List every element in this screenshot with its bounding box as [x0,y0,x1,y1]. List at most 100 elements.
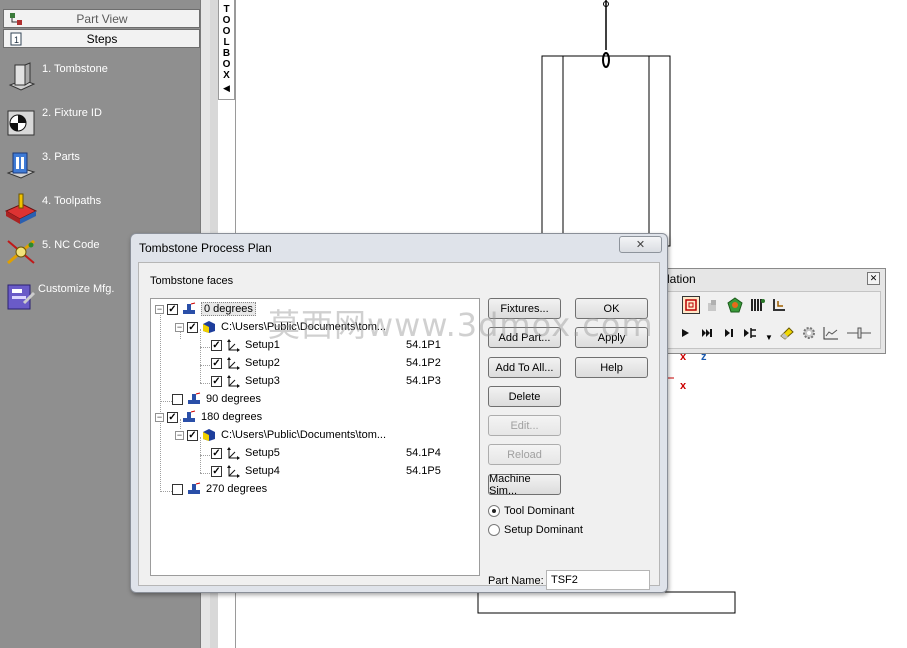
sim-erase-icon[interactable] [778,324,796,342]
setup-offset-value: 54.1P4 [406,447,441,459]
steps-icon: 1 [10,32,22,45]
face-icon [183,302,196,314]
tree-connector [200,347,210,348]
toolbox-letter: T [223,4,230,15]
tool-dominant-radio[interactable]: Tool Dominant [488,505,574,517]
setup-checkbox[interactable]: ✓ [211,447,222,459]
close-button[interactable]: ✕ [619,236,662,253]
face-checkbox[interactable]: ✓ [167,303,178,315]
chevron-down-icon[interactable]: ▼ [760,328,778,346]
tree-item-setup[interactable]: ✓ Setup3 54.1P3 [211,372,481,390]
sim-toolbar-body: ▼ [667,291,881,349]
setup-axes-icon [227,465,240,478]
help-button[interactable]: Help [575,357,648,378]
part-view-label: Part View [76,11,128,26]
setup-offset-value: 54.1P5 [406,465,441,477]
tree-item-face[interactable]: 90 degrees [172,390,261,408]
part-file-icon [203,321,215,333]
sim-step-icon[interactable] [720,324,738,342]
face-checkbox[interactable] [172,483,183,495]
toolbox-letter: O [222,59,231,70]
part-checkbox[interactable]: ✓ [187,429,198,441]
tree-item-label: 0 degrees [201,302,256,316]
face-icon [188,482,201,494]
collapse-icon[interactable]: − [155,304,164,314]
setup-checkbox[interactable]: ✓ [211,357,222,369]
tree-item-face[interactable]: − ✓ 180 degrees [155,408,262,426]
setup-checkbox[interactable]: ✓ [211,375,222,387]
setup-axes-icon [227,357,240,370]
setup-axes-icon [227,447,240,460]
sim-play-icon[interactable] [676,324,694,342]
watermark: 莫西网www.3dmox.com [268,306,654,344]
tree-item-label: 270 degrees [206,483,268,495]
collapse-icon[interactable]: − [175,430,184,440]
sim-axis-icon[interactable] [770,296,788,314]
toolbox-letter: B [222,48,231,59]
toolbox-tab[interactable]: T O O L B O X ◀ [218,0,235,100]
tree-connector [200,455,210,456]
step-label: 4. Toolpaths [42,195,102,207]
tree-item-part-file[interactable]: − ✓ C:\Users\Public\Documents\tom... [175,426,386,444]
face-checkbox[interactable] [172,393,183,405]
part-name-input[interactable] [546,570,650,590]
tree-item-setup[interactable]: ✓ Setup5 54.1P4 [211,444,481,462]
radio-dot [488,524,500,536]
part-checkbox[interactable]: ✓ [187,321,198,333]
sim-stock-icon[interactable] [682,296,700,314]
tree-connector [160,491,172,492]
setup-axes-icon [227,339,240,352]
setup-offset-value: 54.1P2 [406,357,441,369]
tombstone-faces-label: Tombstone faces [150,275,234,287]
sim-fast-forward-icon[interactable] [698,324,716,342]
fixture-id-icon [7,110,35,136]
step-tombstone[interactable]: 1. Tombstone [4,56,199,96]
tree-item-setup[interactable]: ✓ Setup2 54.1P2 [211,354,481,372]
sim-settings-icon[interactable] [800,324,818,342]
part-name-label: Part Name: [488,575,544,587]
nc-code-icon [7,239,35,265]
reload-button[interactable]: Reload [488,444,561,465]
sim-fixture-icon[interactable] [726,296,744,314]
step-label: 1. Tombstone [42,63,108,75]
toolbox-letter: O [222,15,231,26]
axis-x-label-2: x [680,380,687,392]
tree-item-face[interactable]: − ✓ 0 degrees [155,300,256,318]
sim-close-icon[interactable]: ✕ [867,272,880,285]
setup-checkbox[interactable]: ✓ [211,465,222,477]
part-view-tab[interactable]: Part View [3,9,200,28]
tree-item-label: Setup2 [245,357,280,369]
face-icon [188,392,201,404]
setup-checkbox[interactable]: ✓ [211,339,222,351]
sim-toolbar-title: lation [667,272,696,286]
toolbox-letter: L [223,37,230,48]
collapse-icon[interactable]: − [155,412,164,422]
sim-step-options-icon[interactable] [742,324,760,342]
setup-dominant-radio[interactable]: Setup Dominant [488,524,583,536]
step-label: 2. Fixture ID [42,107,102,119]
tree-connector [160,401,172,402]
sim-part-icon[interactable] [704,296,722,314]
tombstone-process-plan-dialog: Tombstone Process Plan ✕ Tombstone faces… [130,233,668,593]
face-checkbox[interactable]: ✓ [167,411,178,423]
sim-tool-icon[interactable] [748,296,766,314]
tree-connector [200,383,210,384]
sim-graph-icon[interactable] [822,324,840,342]
edit-button[interactable]: Edit... [488,415,561,436]
step-fixture-id[interactable]: 2. Fixture ID [4,100,199,140]
parts-icon [6,152,36,179]
step-label: 3. Parts [42,151,80,163]
steps-tab[interactable]: 1 Steps [3,29,200,48]
step-toolpaths[interactable]: 4. Toolpaths [4,188,199,228]
machine-sim-button[interactable]: Machine Sim... [488,473,561,497]
part-view-icon [10,12,22,25]
tree-item-setup[interactable]: ✓ Setup4 54.1P5 [211,462,481,480]
tombstone-icon [8,62,36,91]
delete-button[interactable]: Delete [488,386,561,407]
tree-item-label: 90 degrees [206,393,262,405]
collapse-icon[interactable]: − [175,322,184,332]
add-to-all-button[interactable]: Add To All... [488,357,561,378]
sim-slider-icon[interactable] [846,324,872,342]
tree-item-face[interactable]: 270 degrees [172,480,267,498]
step-parts[interactable]: 3. Parts [4,144,199,184]
